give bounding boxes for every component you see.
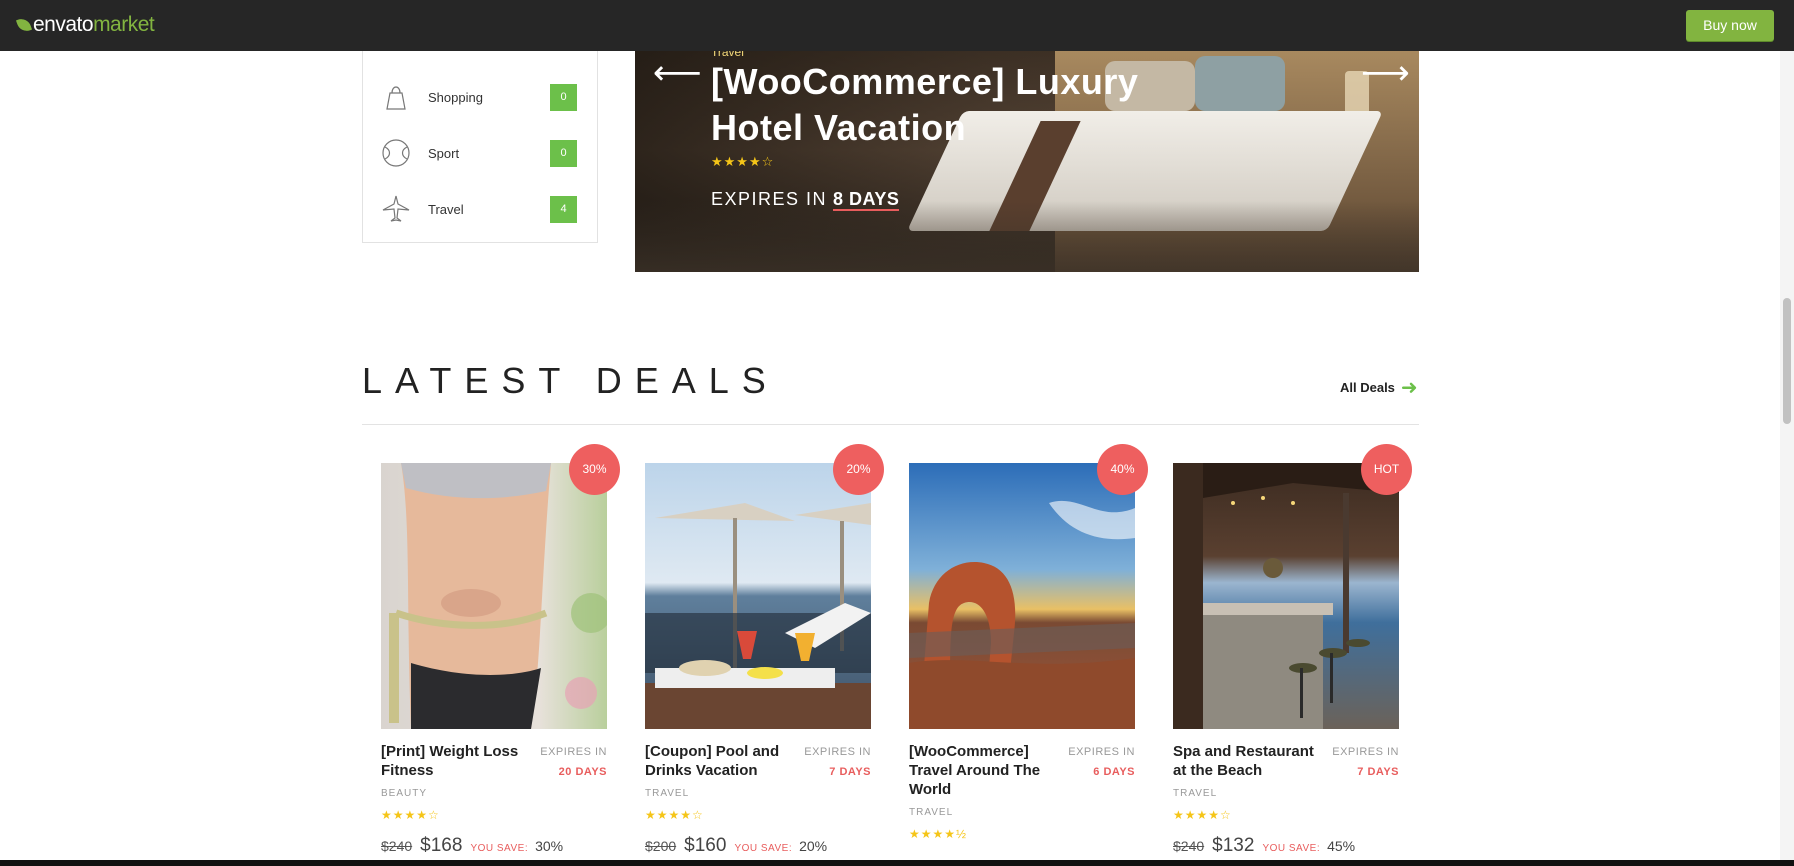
arrow-right-icon[interactable]: ⟶ xyxy=(1361,55,1410,91)
expires-label: EXPIRES IN xyxy=(1068,746,1135,758)
latest-deals-heading: LATEST DEALS xyxy=(362,360,779,401)
ball-icon xyxy=(381,138,411,168)
you-save-label: YOU SAVE: xyxy=(1262,843,1321,854)
hero-rating-stars: ★★★★☆ xyxy=(711,154,775,169)
deal-title[interactable]: [Coupon] Pool and Drinks Vacation xyxy=(645,742,795,780)
new-price: $168 xyxy=(420,835,463,856)
category-label: Shopping xyxy=(428,89,483,105)
expires-label: EXPIRES IN xyxy=(540,746,607,758)
deal-card[interactable]: HOT Spa and Restaurant at the Beach EXPI… xyxy=(1154,444,1412,866)
category-label: Sport xyxy=(428,145,460,161)
hero-category[interactable]: Travel xyxy=(711,51,744,59)
deal-category[interactable]: BEAUTY xyxy=(381,788,427,799)
bottom-edge xyxy=(0,860,1794,866)
buy-now-button[interactable]: Buy now xyxy=(1686,10,1774,41)
discount-badge: 30% xyxy=(569,444,620,495)
expires-days: 7 DAYS xyxy=(1357,766,1399,778)
deal-card[interactable]: 20% [Coupon] Pool and Drinks Vacation EX… xyxy=(626,444,884,866)
deal-image[interactable] xyxy=(909,463,1135,729)
all-deals-link[interactable]: All Deals ➜ xyxy=(1340,376,1418,399)
rating-stars: ★★★★½ xyxy=(909,827,968,841)
rating-stars: ★★★★☆ xyxy=(381,808,440,822)
arrow-right-icon: ➜ xyxy=(1400,376,1418,399)
save-percent: 45% xyxy=(1327,838,1356,854)
save-percent: 30% xyxy=(535,838,564,854)
category-list: Shopping 0 Sport 0 Travel 4 xyxy=(362,51,598,243)
expires-days: 20 DAYS xyxy=(558,766,607,778)
rating-stars: ★★★★☆ xyxy=(1173,808,1232,822)
envato-market-logo[interactable]: envato market xyxy=(15,13,155,37)
arrow-left-icon[interactable]: ⟵ xyxy=(653,55,702,91)
category-item-sport[interactable]: Sport 0 xyxy=(381,133,581,173)
save-percent: 20% xyxy=(799,838,828,854)
rating-stars: ★★★★☆ xyxy=(645,808,704,822)
deal-price: $200 $160 YOU SAVE: 20% xyxy=(645,835,827,857)
deal-title[interactable]: [Print] Weight Loss Fitness xyxy=(381,742,531,780)
scrollbar-thumb[interactable] xyxy=(1783,298,1791,424)
category-label: Travel xyxy=(428,201,464,217)
leaf-icon xyxy=(15,16,33,34)
shopping-bag-icon xyxy=(381,82,411,112)
divider xyxy=(362,424,1419,425)
you-save-label: YOU SAVE: xyxy=(734,843,793,854)
new-price: $160 xyxy=(684,835,727,856)
expires-label: EXPIRES IN xyxy=(1332,746,1399,758)
featured-deal-slider[interactable]: ⟵ ⟶ Travel [WooCommerce] Luxury Hotel Va… xyxy=(635,51,1419,272)
airplane-icon xyxy=(381,194,411,224)
deal-price: $240 $132 YOU SAVE: 45% xyxy=(1173,835,1355,857)
expires-days: 6 DAYS xyxy=(1093,766,1135,778)
deal-category[interactable]: TRAVEL xyxy=(1173,788,1217,799)
deal-image[interactable] xyxy=(645,463,871,729)
category-count: 4 xyxy=(550,195,577,223)
discount-badge: 40% xyxy=(1097,444,1148,495)
deal-price: $240 $168 YOU SAVE: 30% xyxy=(381,835,563,857)
deal-card[interactable]: 30% [Print] Weight Loss Fitness EXPIRES … xyxy=(362,444,620,866)
deal-title[interactable]: [WooCommerce] Travel Around The World xyxy=(909,742,1059,799)
hero-title[interactable]: [WooCommerce] Luxury Hotel Vacation xyxy=(711,59,1151,151)
category-count: 0 xyxy=(550,83,577,111)
hero-expires-days: 8 DAYS xyxy=(833,189,900,211)
deal-card[interactable]: 40% [WooCommerce] Travel Around The Worl… xyxy=(890,444,1148,866)
new-price: $132 xyxy=(1212,835,1255,856)
deal-title[interactable]: Spa and Restaurant at the Beach xyxy=(1173,742,1323,780)
deal-category[interactable]: TRAVEL xyxy=(909,807,953,818)
deal-image[interactable] xyxy=(1173,463,1399,729)
old-price: $240 xyxy=(1173,838,1205,854)
old-price: $200 xyxy=(645,838,677,854)
expires-days: 7 DAYS xyxy=(829,766,871,778)
scrollbar[interactable] xyxy=(1780,51,1794,866)
top-bar: envato market Buy now xyxy=(0,0,1794,51)
old-price: $240 xyxy=(381,838,413,854)
deal-category[interactable]: TRAVEL xyxy=(645,788,689,799)
discount-badge: HOT xyxy=(1361,444,1412,495)
expires-label: EXPIRES IN xyxy=(804,746,871,758)
category-item-travel[interactable]: Travel 4 xyxy=(381,189,581,229)
category-count: 0 xyxy=(550,139,577,167)
category-item-shopping[interactable]: Shopping 0 xyxy=(381,77,581,117)
discount-badge: 20% xyxy=(833,444,884,495)
deal-image[interactable] xyxy=(381,463,607,729)
hero-expires: EXPIRES IN 8 DAYS xyxy=(711,189,900,211)
you-save-label: YOU SAVE: xyxy=(470,843,529,854)
